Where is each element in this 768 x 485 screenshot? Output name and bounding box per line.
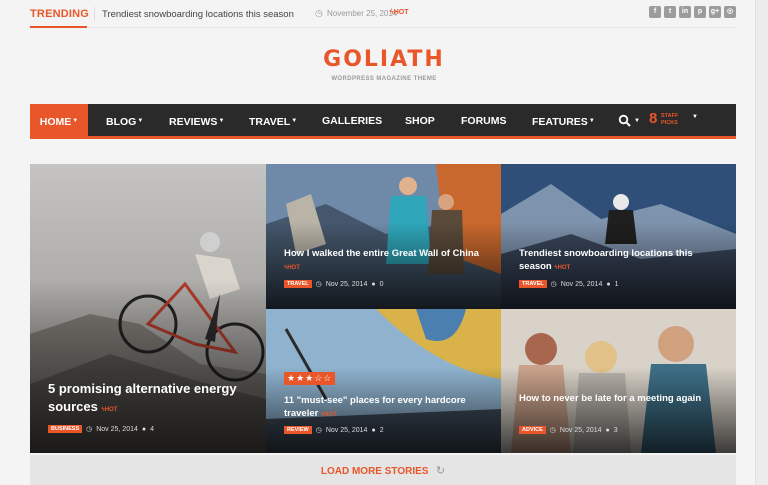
main-nav: HOME▼ BLOG▼ REVIEWS▼ TRAVEL▼ GALLERIES S…: [30, 104, 736, 139]
scrollbar[interactable]: [755, 0, 768, 485]
refresh-icon: ↻: [435, 465, 446, 477]
category-badge[interactable]: ADVICE: [519, 426, 546, 434]
trending-hot-badge: ϟHOT: [390, 9, 409, 16]
nav-item-reviews[interactable]: REVIEWS▼: [169, 104, 224, 139]
post-tile-must-see[interactable]: ★★★☆☆ 11 "must-see" places for every har…: [266, 309, 501, 453]
post-title[interactable]: 11 "must-see" places for every hardcore …: [284, 394, 484, 422]
clock-icon: ◷: [550, 281, 557, 288]
comment-count[interactable]: 1: [615, 281, 619, 288]
post-title[interactable]: 5 promising alternative energy sources ϟ…: [48, 380, 248, 419]
post-date: Nov 25, 2014: [96, 425, 138, 433]
comment-count[interactable]: 0: [380, 281, 384, 288]
page: TRENDING Trendiest snowboarding location…: [0, 0, 768, 485]
search-dropdown-icon[interactable]: ▼: [634, 118, 640, 124]
trending-date: November 25, 2014: [327, 9, 398, 18]
post-title[interactable]: How to never be late for a meeting again: [519, 392, 719, 405]
pinterest-icon[interactable]: p: [694, 6, 706, 18]
nav-item-shop[interactable]: SHOP: [405, 104, 435, 139]
staff-picks-count[interactable]: 8: [649, 110, 657, 127]
chevron-down-icon: ▼: [588, 118, 595, 124]
post-date: Nov 25, 2014: [325, 280, 368, 288]
post-meta: ADVICE ◷ Nov 25, 2014 ● 3: [519, 426, 618, 434]
comment-icon: ●: [605, 426, 610, 434]
linkedin-icon[interactable]: in: [679, 6, 691, 18]
search-icon[interactable]: [618, 114, 632, 128]
trending-headline-link[interactable]: Trendiest snowboarding locations this se…: [102, 9, 294, 20]
post-meta: TRAVEL ◷ Nov 25, 2014 ● 1: [519, 280, 619, 288]
post-title[interactable]: How I walked the entire Great Wall of Ch…: [284, 247, 484, 275]
trending-divider: [94, 7, 95, 21]
comment-count[interactable]: 2: [380, 427, 384, 434]
site-tagline: WORDPRESS MAGAZINE THEME: [331, 76, 437, 82]
post-title[interactable]: Trendiest snowboarding locations this se…: [519, 247, 719, 275]
trending-bar: TRENDING Trendiest snowboarding location…: [30, 0, 736, 28]
tile-gradient: [501, 366, 736, 453]
social-links: f t in p g+ ◎: [649, 6, 736, 18]
category-badge[interactable]: BUSINESS: [48, 425, 83, 433]
hot-badge: ϟHOT: [284, 265, 300, 271]
category-badge[interactable]: REVIEW: [284, 426, 312, 434]
category-badge[interactable]: TRAVEL: [519, 280, 547, 288]
comment-icon: ●: [371, 280, 376, 288]
clock-icon: ◷: [315, 8, 323, 18]
comment-count[interactable]: 3: [614, 427, 618, 434]
post-meta: REVIEW ◷ Nov 25, 2014 ● 2: [284, 426, 384, 434]
post-tile-energy[interactable]: 5 promising alternative energy sources ϟ…: [30, 164, 266, 453]
nav-item-blog[interactable]: BLOG▼: [106, 104, 143, 139]
post-date: Nov 25, 2014: [560, 280, 603, 288]
comment-icon: ●: [141, 425, 147, 433]
load-more-button[interactable]: LOAD MORE STORIES ↻: [30, 455, 736, 485]
trending-underline: [30, 26, 87, 28]
hot-badge: ϟHOT: [554, 265, 571, 271]
clock-icon: ◷: [549, 427, 556, 434]
post-date: Nov 25, 2014: [559, 426, 602, 434]
nav-item-galleries[interactable]: GALLERIES: [322, 104, 382, 139]
chevron-down-icon: ▼: [137, 118, 144, 124]
googleplus-icon[interactable]: g+: [709, 6, 721, 18]
category-badge[interactable]: TRAVEL: [284, 280, 312, 288]
nav-item-home[interactable]: HOME▼: [30, 104, 88, 139]
rating-stars: ★★★☆☆: [284, 372, 336, 385]
clock-icon: ◷: [315, 427, 322, 434]
hot-badge: ϟHOT: [101, 407, 118, 413]
trending-label: TRENDING: [30, 8, 90, 20]
twitter-icon[interactable]: t: [664, 6, 676, 18]
post-meta: BUSINESS ◷ Nov 25, 2014 ● 4: [48, 425, 154, 433]
post-tile-meeting[interactable]: How to never be late for a meeting again…: [501, 309, 736, 453]
post-meta: TRAVEL ◷ Nov 25, 2014 ● 0: [284, 280, 384, 288]
nav-item-features[interactable]: FEATURES▼: [532, 104, 595, 139]
post-date: Nov 25, 2014: [325, 426, 368, 434]
chevron-down-icon: ▼: [291, 118, 298, 124]
nav-item-travel[interactable]: TRAVEL▼: [249, 104, 297, 139]
hot-badge: ϟHOT: [320, 412, 337, 418]
chevron-down-icon: ▼: [218, 118, 225, 124]
site-logo[interactable]: GOLIATH: [0, 47, 768, 72]
clock-icon: ◷: [86, 426, 93, 433]
comment-icon: ●: [606, 280, 611, 288]
comment-icon: ●: [371, 426, 376, 434]
rss-icon[interactable]: ◎: [724, 6, 736, 18]
post-tile-great-wall[interactable]: How I walked the entire Great Wall of Ch…: [266, 164, 501, 309]
post-tile-snowboarding[interactable]: Trendiest snowboarding locations this se…: [501, 164, 736, 309]
facebook-icon[interactable]: f: [649, 6, 661, 18]
nav-item-forums[interactable]: FORUMS: [461, 104, 507, 139]
comment-count[interactable]: 4: [150, 426, 154, 433]
chevron-down-icon[interactable]: ▼: [692, 114, 698, 120]
staff-picks-label[interactable]: STAFF PICKS: [661, 113, 678, 127]
clock-icon: ◷: [315, 281, 322, 288]
load-more-label: LOAD MORE STORIES: [320, 466, 429, 477]
chevron-down-icon: ▼: [72, 118, 79, 124]
